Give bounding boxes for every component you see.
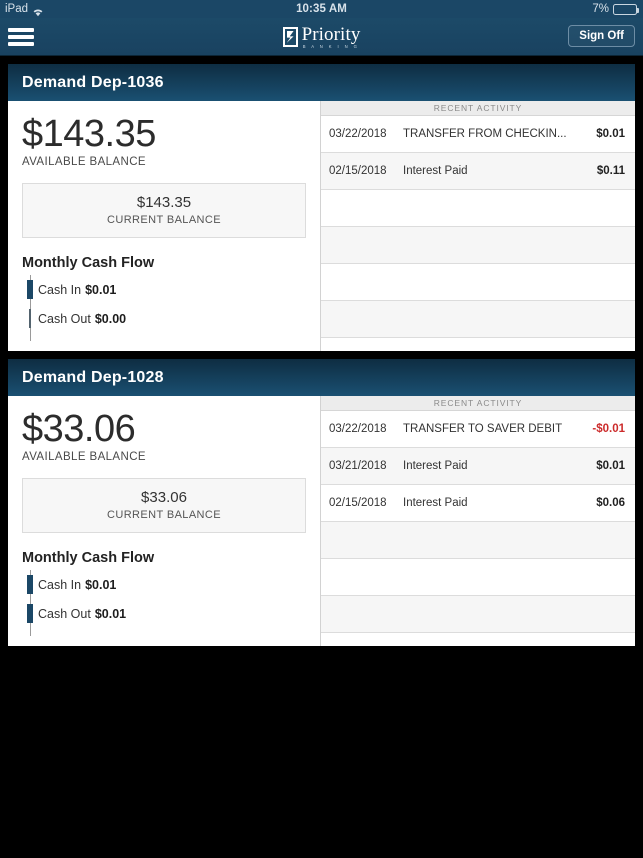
cash-in-row: Cash In $0.01 — [22, 570, 306, 599]
transaction-date: 03/22/2018 — [329, 423, 387, 435]
transaction-row[interactable]: 03/22/2018 TRANSFER TO SAVER DEBIT -$0.01 — [321, 411, 635, 448]
transaction-row-empty — [321, 227, 635, 264]
status-bar-clock: 10:35 AM — [296, 3, 347, 15]
transaction-date: 03/21/2018 — [329, 460, 387, 472]
accounts-list: Demand Dep-1036 $143.35 AVAILABLE BALANCE $… — [0, 64, 643, 646]
account-card-body: $33.06 AVAILABLE BALANCE $33.06 CURRENT BAL… — [8, 396, 635, 646]
transaction-row-empty — [321, 264, 635, 301]
cash-out-label: Cash Out — [38, 311, 91, 326]
recent-activity-header: RECENT ACTIVITY — [321, 396, 635, 411]
available-balance-label: AVAILABLE BALANCE — [22, 451, 146, 463]
monthly-cash-flow-title: Monthly Cash Flow — [22, 255, 155, 271]
account-card[interactable]: Demand Dep-1036 $143.35 AVAILABLE BALANCE $… — [8, 64, 635, 351]
battery-icon — [613, 3, 639, 15]
brand-name: Priority — [301, 23, 361, 45]
transaction-row[interactable]: 03/22/2018 TRANSFER FROM CHECKIN... $0.01 — [321, 116, 635, 153]
cash-out-bar — [29, 309, 31, 328]
app-navigation-bar: Priority B A N K I N G Sign Off — [0, 18, 643, 56]
transaction-row[interactable]: 03/21/2018 Interest Paid $0.01 — [321, 448, 635, 485]
account-card[interactable]: Demand Dep-1028 $33.06 AVAILABLE BALANCE $3… — [8, 359, 635, 646]
cash-out-row: Cash Out $0.01 — [22, 599, 306, 628]
transaction-description: TRANSFER TO SAVER DEBIT — [403, 423, 563, 435]
current-balance-box: $143.35 CURRENT BALANCE — [22, 183, 306, 238]
transaction-description: Interest Paid — [403, 497, 468, 509]
ios-status-bar: iPad 10:35 AM 7% — [0, 0, 643, 18]
current-balance-amount: $143.35 — [136, 194, 192, 211]
account-summary-panel: $143.35 AVAILABLE BALANCE $143.35 CURRENT B… — [8, 101, 321, 351]
cash-in-bar — [27, 575, 33, 594]
recent-activity-header: RECENT ACTIVITY — [321, 101, 635, 116]
transaction-description: TRANSFER FROM CHECKIN... — [403, 128, 567, 140]
cash-out-label: Cash Out — [38, 606, 91, 621]
available-balance-amount: $143.35 — [22, 113, 156, 155]
account-card-body: $143.35 AVAILABLE BALANCE $143.35 CURRENT B… — [8, 101, 635, 351]
transaction-date: 02/15/2018 — [329, 165, 387, 177]
transaction-row-empty — [321, 301, 635, 338]
current-balance-label: CURRENT BALANCE — [107, 509, 221, 521]
transaction-row-empty — [321, 190, 635, 227]
transaction-date: 03/22/2018 — [329, 128, 387, 140]
cash-flow-chart: Cash In $0.01 Cash Out $0.01 — [22, 570, 306, 636]
transaction-amount: $0.11 — [596, 165, 625, 177]
account-card-title: Demand Dep-1028 — [8, 359, 635, 396]
account-summary-panel: $33.06 AVAILABLE BALANCE $33.06 CURRENT BAL… — [8, 396, 321, 646]
transaction-row-empty — [321, 596, 635, 633]
recent-activity-panel: RECENT ACTIVITY 03/22/2018 TRANSFER FROM C… — [321, 101, 635, 351]
priority-logo-icon — [282, 27, 298, 47]
cash-in-bar — [27, 280, 33, 299]
transaction-description: Interest Paid — [403, 460, 468, 472]
cash-out-value: $0.00 — [94, 311, 127, 326]
transaction-amount: $0.06 — [596, 497, 625, 509]
transaction-amount: -$0.01 — [592, 423, 625, 435]
cash-flow-chart: Cash In $0.01 Cash Out $0.00 — [22, 275, 306, 341]
account-card-title: Demand Dep-1036 — [8, 64, 635, 101]
cash-out-bar — [27, 604, 33, 623]
transaction-row[interactable]: 02/15/2018 Interest Paid $0.11 — [321, 153, 635, 190]
available-balance-label: AVAILABLE BALANCE — [22, 156, 146, 168]
transaction-date: 02/15/2018 — [329, 497, 387, 509]
transaction-amount: $0.01 — [596, 460, 625, 472]
cash-in-value: $0.01 — [85, 282, 117, 297]
available-balance-amount: $33.06 — [22, 408, 136, 450]
transaction-amount: $0.01 — [596, 128, 625, 140]
sign-off-button[interactable]: Sign Off — [568, 25, 635, 47]
transaction-row-empty — [321, 522, 635, 559]
cash-in-label: Cash In — [38, 577, 82, 592]
recent-activity-panel: RECENT ACTIVITY 03/22/2018 TRANSFER TO SAV… — [321, 396, 635, 646]
transaction-row[interactable]: 02/15/2018 Interest Paid $0.06 — [321, 485, 635, 522]
status-bar-right: 7% — [592, 0, 639, 18]
cash-in-label: Cash In — [38, 282, 82, 297]
cash-in-value: $0.01 — [85, 577, 117, 592]
transaction-description: Interest Paid — [403, 165, 468, 177]
monthly-cash-flow-title: Monthly Cash Flow — [22, 550, 155, 566]
cash-out-row: Cash Out $0.00 — [22, 304, 306, 333]
brand-text: Priority B A N K I N G — [302, 25, 361, 50]
current-balance-box: $33.06 CURRENT BALANCE — [22, 478, 306, 533]
brand-subtitle: B A N K I N G — [302, 43, 360, 49]
brand-logo: Priority B A N K I N G — [0, 18, 643, 56]
current-balance-amount: $33.06 — [141, 489, 187, 506]
cash-in-row: Cash In $0.01 — [22, 275, 306, 304]
transaction-row-empty — [321, 559, 635, 596]
current-balance-label: CURRENT BALANCE — [107, 214, 221, 226]
battery-percent-label: 7% — [592, 3, 609, 15]
cash-out-value: $0.01 — [94, 606, 127, 621]
